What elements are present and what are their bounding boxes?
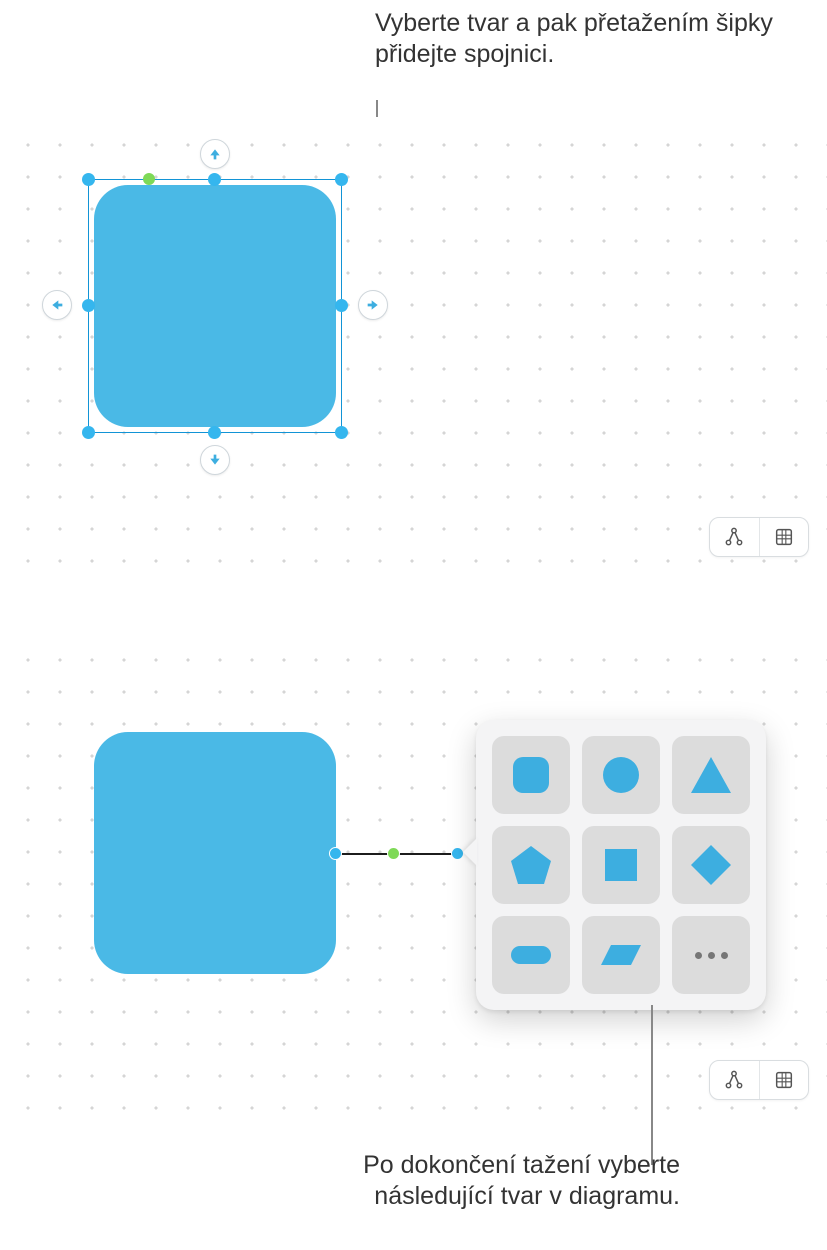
shape-option-capsule[interactable] (492, 916, 570, 994)
connector-arrow-down[interactable] (200, 445, 230, 475)
shape[interactable] (94, 732, 336, 974)
grid-icon (773, 1069, 795, 1091)
shape-option-square[interactable] (582, 826, 660, 904)
diagram-icon (723, 526, 745, 548)
shape-picker-popover (476, 720, 766, 1010)
circle-icon (597, 751, 645, 799)
connector-arrow-left[interactable] (42, 290, 72, 320)
connector-handle-mid[interactable] (387, 847, 400, 860)
shape-option-triangle[interactable] (672, 736, 750, 814)
canvas-top[interactable] (0, 117, 827, 575)
ellipsis-icon (695, 952, 728, 959)
connector-arrow-up[interactable] (200, 139, 230, 169)
triangle-icon (687, 751, 735, 799)
arrow-up-icon (207, 146, 223, 162)
shape-option-more[interactable] (672, 916, 750, 994)
shape-grid (492, 736, 750, 994)
square-icon (597, 841, 645, 889)
arrow-right-icon (365, 297, 381, 313)
callout-leader-bottom (651, 1005, 653, 1165)
canvas-bottom[interactable] (0, 632, 827, 1118)
diamond-icon (687, 841, 735, 889)
callout-top: Vyberte tvar a pak přetažením šipky přid… (375, 8, 805, 71)
grid-mode-button[interactable] (760, 518, 809, 556)
rounded-square-icon (507, 751, 555, 799)
diagram-mode-button[interactable] (710, 1061, 760, 1099)
shape-option-parallelogram[interactable] (582, 916, 660, 994)
grid-icon (773, 526, 795, 548)
canvas-mini-toolbar (709, 517, 809, 557)
parallelogram-icon (597, 931, 645, 979)
shape-option-circle[interactable] (582, 736, 660, 814)
shape-option-diamond[interactable] (672, 826, 750, 904)
shape-option-pentagon[interactable] (492, 826, 570, 904)
callout-bottom: Po dokončení tažení vyberte následující … (260, 1150, 680, 1213)
selected-shape[interactable] (94, 185, 336, 427)
grid-mode-button[interactable] (760, 1061, 809, 1099)
diagram-mode-button[interactable] (710, 518, 760, 556)
connector-arrow-right[interactable] (358, 290, 388, 320)
connector-handle-start[interactable] (329, 847, 342, 860)
arrow-left-icon (49, 297, 65, 313)
canvas-mini-toolbar (709, 1060, 809, 1100)
pentagon-icon (507, 841, 555, 889)
diagram-icon (723, 1069, 745, 1091)
shape-option-rounded-square[interactable] (492, 736, 570, 814)
arrow-down-icon (207, 452, 223, 468)
capsule-icon (507, 931, 555, 979)
